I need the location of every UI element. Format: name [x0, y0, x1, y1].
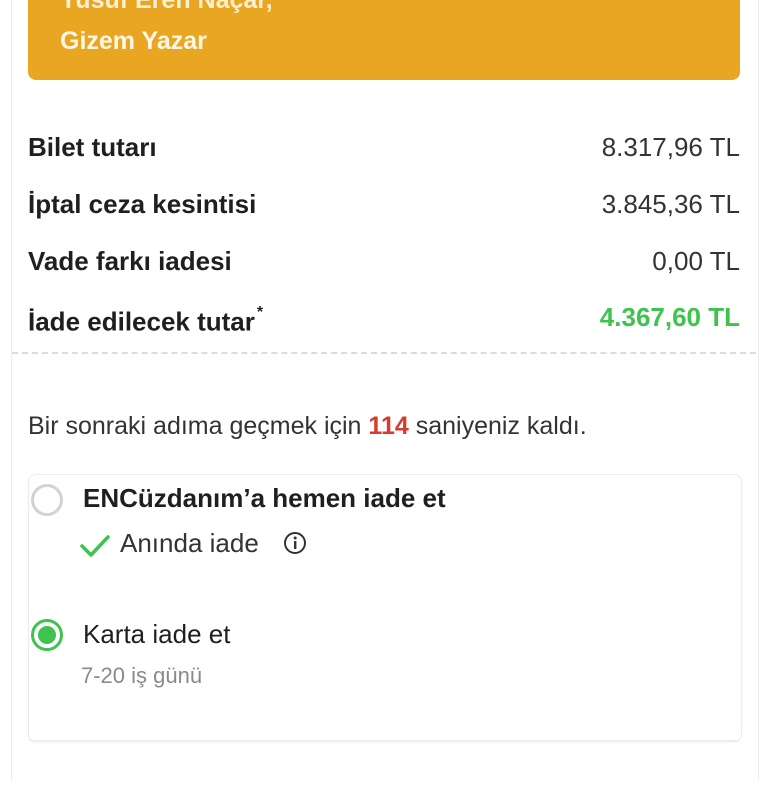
card-refund-title[interactable]: Karta iade et — [83, 619, 230, 650]
countdown-prefix: Bir sonraki adıma geçmek için — [28, 412, 362, 440]
instant-refund-label: Anında iade — [120, 528, 259, 558]
summary-value: 3.845,36 TL — [601, 189, 740, 219]
summary-row-cancel-penalty: İptal ceza kesintisi 3.845,36 TL — [28, 184, 740, 224]
footnote-mark: * — [256, 304, 264, 321]
passenger-names-line1: Yusuf Eren Naçar, — [60, 0, 273, 14]
info-icon[interactable] — [283, 531, 307, 555]
countdown-text: Bir sonraki adıma geçmek için 114 saniye… — [28, 412, 587, 441]
summary-row-interest-refund: Vade farkı iadesi 0,00 TL — [28, 241, 740, 281]
card-refund-duration: 7-20 iş günü — [81, 663, 203, 688]
countdown-seconds: 114 — [368, 412, 409, 440]
countdown-suffix: saniyeniz kaldı. — [415, 412, 587, 440]
summary-label: Bilet tutarı — [28, 132, 157, 162]
card-refund-radio[interactable] — [31, 619, 63, 651]
wallet-refund-title[interactable]: ENCüzdanım’a hemen iade et — [83, 483, 446, 514]
summary-value: 8.317,96 TL — [601, 132, 740, 162]
summary-label: İptal ceza kesintisi — [28, 189, 257, 219]
wallet-refund-radio[interactable] — [31, 484, 63, 516]
refund-total-value: 4.367,60 TL — [599, 302, 740, 332]
next-section — [28, 740, 740, 801]
summary-row-refund-total: İade edilecek tutar * 4.367,60 TL — [28, 297, 740, 337]
dashed-divider — [12, 352, 756, 354]
summary-value: 0,00 TL — [652, 246, 740, 276]
summary-label: İade edilecek tutar * — [28, 297, 263, 342]
refund-total-label: İade edilecek tutar — [28, 306, 255, 337]
passenger-banner: Yusuf Eren Naçar, Gizem Yazar — [28, 0, 740, 80]
summary-label: Vade farkı iadesi — [28, 246, 232, 276]
summary-row-ticket-amount: Bilet tutarı 8.317,96 TL — [28, 127, 740, 167]
refund-options: ENCüzdanım’a hemen iade et Anında iade K… — [28, 474, 742, 742]
check-icon — [80, 535, 110, 557]
passenger-names-line2: Gizem Yazar — [60, 27, 207, 55]
